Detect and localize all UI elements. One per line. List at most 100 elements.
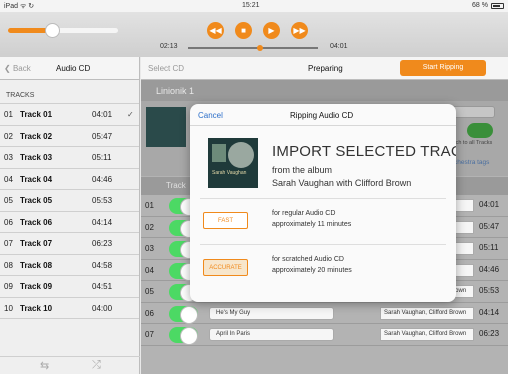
track-name: Track 05 <box>20 196 53 205</box>
album-header: Linionik 1 <box>141 80 508 101</box>
track-number: 05 <box>4 196 13 205</box>
progress-slider[interactable] <box>188 45 318 51</box>
track-row[interactable]: 10 Track 10 04:00 <box>0 298 139 319</box>
track-name: Track 09 <box>20 282 53 291</box>
track-duration: 04:46 <box>479 264 500 274</box>
current-time: 02:13 <box>160 43 178 50</box>
track-row[interactable]: 06 Track 06 04:14 <box>0 212 139 233</box>
track-number: 02 <box>4 131 13 141</box>
include-toggle[interactable] <box>169 305 198 324</box>
accurate-button[interactable]: ACCURATE <box>203 259 248 276</box>
track-row[interactable]: 05 Track 05 05:53 <box>0 190 139 212</box>
track-row[interactable]: 01 Track 01 04:01 ✓ <box>0 104 139 126</box>
track-number: 05 <box>145 287 154 296</box>
track-name: Track 10 <box>20 303 53 313</box>
rewind-button[interactable]: ◀◀ <box>207 22 224 39</box>
track-number: 06 <box>145 308 154 318</box>
track-duration: 05:47 <box>479 221 500 231</box>
track-number: 02 <box>145 222 154 232</box>
track-duration: 04:46 <box>92 174 113 184</box>
album-name: Sarah Vaughan with Clifford Brown <box>272 178 412 188</box>
volume-knob[interactable] <box>45 23 60 38</box>
track-name: Track 08 <box>20 260 53 270</box>
track-edit-row: 06 He's My Guy Sarah Vaughan, Clifford Bro… <box>141 302 508 324</box>
import-heading: IMPORT SELECTED TRACKS <box>272 143 456 160</box>
tracks-header-label: Track <box>166 181 186 190</box>
album-cover-thumbnail <box>146 107 186 147</box>
track-number: 09 <box>4 282 13 291</box>
album-cover: Sarah Vaughan <box>208 138 258 188</box>
accurate-desc-line2: approximately 20 minutes <box>272 267 352 274</box>
fast-forward-button[interactable]: ▶▶ <box>291 22 308 39</box>
dialog-header: Cancel Ripping Audio CD <box>190 104 456 126</box>
track-number: 10 <box>4 303 13 313</box>
orchestra-tags-link[interactable]: chestra tags <box>454 159 489 166</box>
track-row[interactable]: 02 Track 02 05:47 <box>0 126 139 147</box>
track-duration: 05:11 <box>479 243 499 252</box>
track-name: Track 03 <box>20 153 53 162</box>
dialog-title: Ripping Audio CD <box>290 111 354 120</box>
player-bar: ◀◀ ■ ▶ ▶▶ 02:13 04:01 <box>0 12 508 57</box>
track-number: 07 <box>145 330 154 339</box>
track-duration: 04:51 <box>92 282 113 291</box>
track-number: 03 <box>145 244 154 253</box>
track-number: 01 <box>4 110 13 119</box>
shuffle-icon[interactable]: ⤮ <box>92 359 101 372</box>
track-name: Track 02 <box>20 131 53 141</box>
cancel-button[interactable]: Cancel <box>198 111 223 120</box>
track-duration: 05:47 <box>92 131 113 141</box>
back-button[interactable]: ❮ Back <box>4 64 31 73</box>
battery-icon <box>491 3 504 9</box>
battery-percent: 68 % <box>472 2 488 9</box>
progress-knob[interactable] <box>256 45 263 51</box>
total-time: 04:01 <box>330 43 348 50</box>
select-cd-button[interactable]: Select CD <box>148 64 184 73</box>
album-header-label: Linionik 1 <box>156 86 195 96</box>
left-nav-title: Audio CD <box>56 64 91 73</box>
include-toggle[interactable] <box>169 327 198 345</box>
divider <box>200 198 446 199</box>
track-number: 01 <box>145 201 154 210</box>
track-duration: 06:23 <box>92 239 113 248</box>
cover-text: Sarah Vaughan <box>212 170 247 176</box>
track-list-panel: ❮ Back Audio CD TRACKS 01 Track 01 04:01 ✓ 0… <box>0 57 140 374</box>
start-ripping-button[interactable]: Start Ripping <box>400 60 486 76</box>
track-title-field[interactable]: April In Paris <box>209 328 334 341</box>
right-nav-bar: Select CD Preparing Start Ripping <box>141 57 508 80</box>
back-label: Back <box>12 64 31 73</box>
stop-button[interactable]: ■ <box>235 22 252 39</box>
fast-button[interactable]: FAST <box>203 212 248 229</box>
track-duration: 04:58 <box>92 260 113 270</box>
track-artist-field[interactable]: Sarah Vaughan, Clifford Brown <box>380 328 474 341</box>
track-row[interactable]: 08 Track 08 04:58 <box>0 255 139 276</box>
track-duration: 05:53 <box>479 286 500 295</box>
divider <box>200 244 446 245</box>
track-row[interactable]: 07 Track 07 06:23 <box>0 233 139 255</box>
track-row[interactable]: 09 Track 09 04:51 <box>0 276 139 298</box>
track-number: 04 <box>145 265 154 275</box>
track-duration: 04:14 <box>92 217 113 227</box>
track-duration: 05:53 <box>92 196 113 205</box>
status-label: Preparing <box>308 64 343 73</box>
track-row[interactable]: 04 Track 04 04:46 <box>0 169 139 190</box>
cover-art-block <box>212 144 226 162</box>
track-duration: 04:00 <box>92 303 113 313</box>
track-title-field[interactable]: He's My Guy <box>209 306 334 320</box>
track-edit-row: 07 April In Paris Sarah Vaughan, Clifford … <box>141 324 508 346</box>
track-number: 03 <box>4 153 13 162</box>
left-bottom-bar: ⇆ ⤮ <box>0 356 140 374</box>
batch-toggle[interactable] <box>467 123 493 138</box>
left-nav-bar: ❮ Back Audio CD <box>0 57 139 80</box>
ripping-dialog: Cancel Ripping Audio CD Sarah Vaughan IM… <box>190 104 456 302</box>
track-list: 01 Track 01 04:01 ✓ 02 Track 02 05:47 03 Track 0… <box>0 104 139 319</box>
track-artist-field[interactable]: Sarah Vaughan, Clifford Brown <box>380 306 474 320</box>
track-number: 04 <box>4 174 13 184</box>
device-wifi-status: iPad ᯤ ↻ <box>4 3 35 10</box>
track-duration: 04:01 <box>479 200 500 209</box>
batch-label: atch to all Tracks <box>451 140 493 146</box>
track-row[interactable]: 03 Track 03 05:11 <box>0 147 139 169</box>
volume-slider[interactable] <box>8 23 118 38</box>
track-number: 08 <box>4 260 13 270</box>
play-button[interactable]: ▶ <box>263 22 280 39</box>
repeat-icon[interactable]: ⇆ <box>40 359 49 372</box>
